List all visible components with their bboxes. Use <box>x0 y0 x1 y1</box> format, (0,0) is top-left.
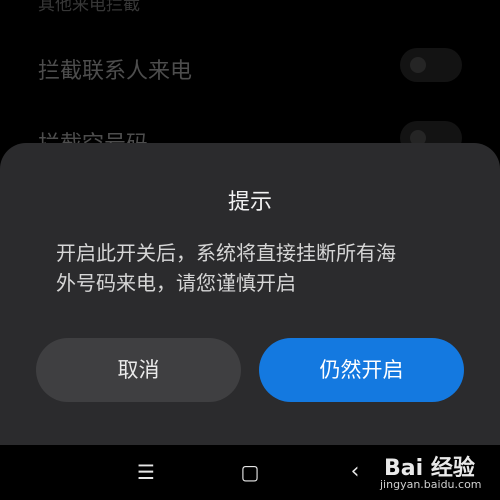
recent-apps-icon[interactable]: ☰ <box>131 457 161 487</box>
baidu-jingyan-watermark: Bai 经验 jingyan.baidu.com <box>378 448 498 498</box>
home-icon[interactable]: ▢ <box>235 457 265 487</box>
modal-overlay <box>0 0 500 160</box>
alert-dialog: 提示 开启此开关后，系统将直接挂断所有海 外号码来电，请您谨慎开启 取消 仍然开… <box>0 143 500 445</box>
watermark-url: jingyan.baidu.com <box>380 478 482 491</box>
confirm-button[interactable]: 仍然开启 <box>259 338 464 402</box>
dialog-message: 开启此开关后，系统将直接挂断所有海 外号码来电，请您谨慎开启 <box>56 238 451 298</box>
dialog-message-line: 开启此开关后，系统将直接挂断所有海 <box>56 241 396 265</box>
dialog-message-line: 外号码来电，请您谨慎开启 <box>56 271 296 295</box>
back-icon[interactable]: ‹ <box>340 457 370 487</box>
dialog-title: 提示 <box>227 190 272 215</box>
cancel-button[interactable]: 取消 <box>36 338 241 402</box>
